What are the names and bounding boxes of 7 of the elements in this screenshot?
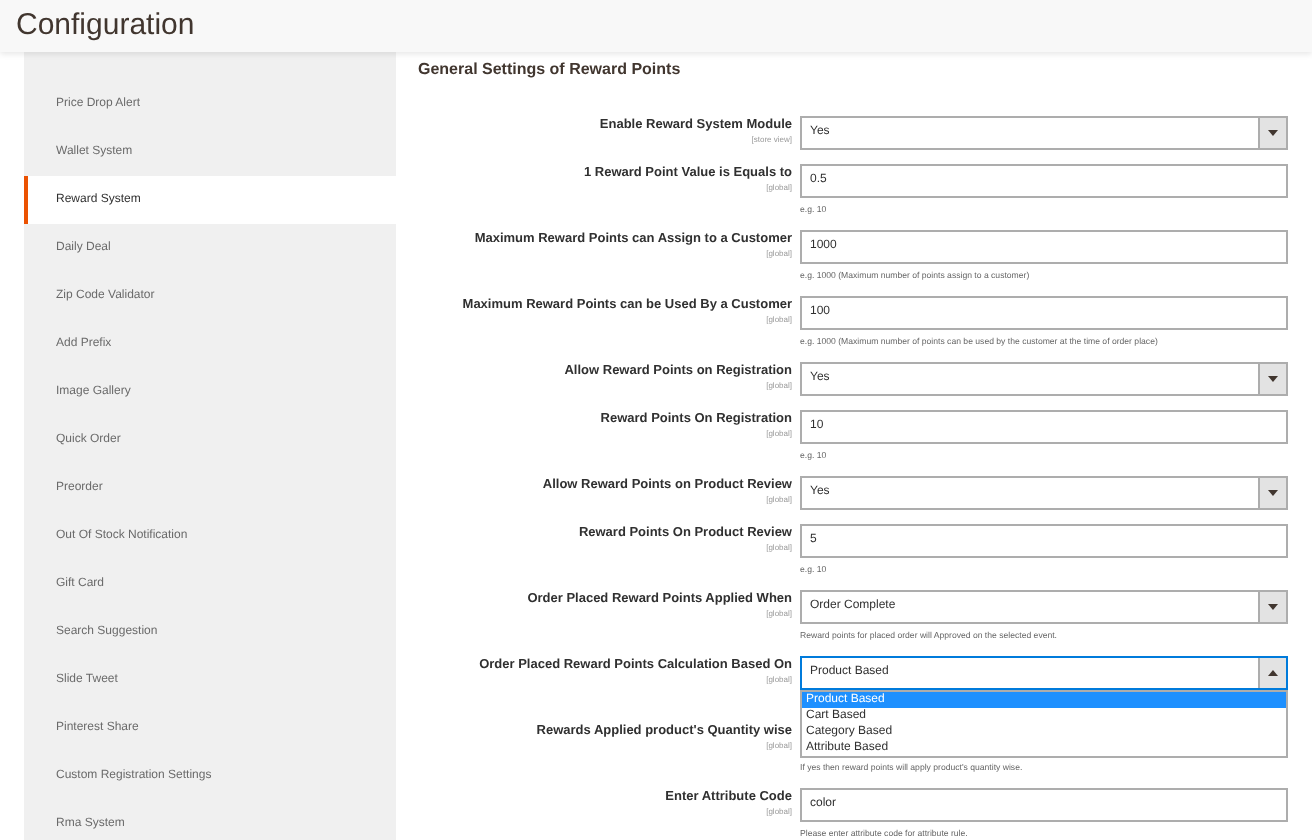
caret-down-icon [1268, 490, 1278, 496]
section-title: General Settings of Reward Points [418, 58, 683, 82]
caret-down-icon [1268, 604, 1278, 610]
caret-down-icon [1268, 130, 1278, 136]
caret-down-icon [1268, 376, 1278, 382]
caret-up-icon [1268, 670, 1278, 676]
page-title: Configuration [16, 5, 195, 46]
